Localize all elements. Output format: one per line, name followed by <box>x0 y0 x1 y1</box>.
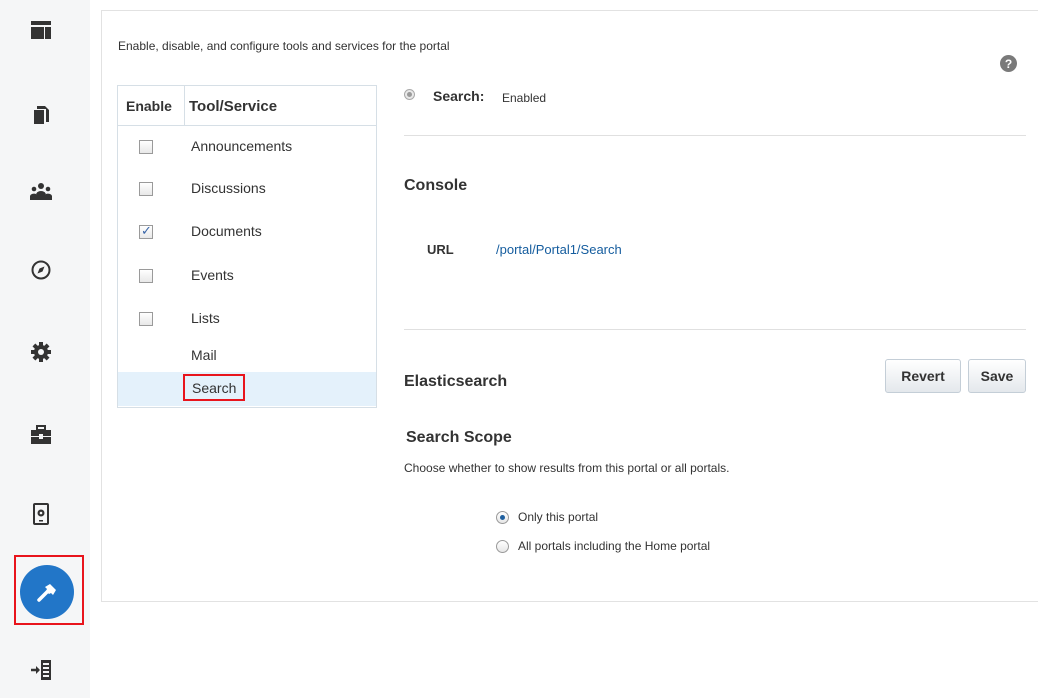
events-checkbox[interactable] <box>139 269 153 283</box>
pages-icon[interactable] <box>21 95 61 135</box>
enable-column-header: Enable <box>126 98 172 114</box>
toolbox-icon[interactable] <box>21 415 61 455</box>
left-rail <box>0 0 90 698</box>
documents-checkbox[interactable] <box>139 223 153 239</box>
option-label: Only this portal <box>518 510 599 524</box>
discussions-checkbox[interactable] <box>139 182 153 196</box>
radio-button-selected[interactable] <box>496 511 509 524</box>
search-scope-description: Choose whether to show results from this… <box>404 461 730 475</box>
url-label: URL <box>427 242 454 257</box>
console-url-link[interactable]: /portal/Portal1/Search <box>496 242 622 257</box>
tool-row-discussions[interactable]: Discussions <box>118 174 376 204</box>
hammer-icon[interactable] <box>20 565 74 619</box>
tool-row-mail[interactable]: Mail <box>118 342 376 370</box>
tool-row-events[interactable]: Events <box>118 261 376 291</box>
tool-label: Lists <box>191 310 220 326</box>
radio-button[interactable] <box>496 540 509 553</box>
revert-button[interactable]: Revert <box>885 359 961 393</box>
tool-label: Mail <box>191 347 217 363</box>
elasticsearch-title: Elasticsearch <box>404 373 508 390</box>
tool-service-table: Enable Tool/Service Announcements Discus… <box>117 85 377 408</box>
status-name: Search: <box>433 88 485 104</box>
status-indicator <box>404 89 415 100</box>
option-label: All portals including the Home portal <box>518 539 711 553</box>
save-button[interactable]: Save <box>968 359 1026 393</box>
exit-icon[interactable] <box>21 650 61 690</box>
tool-label: Announcements <box>191 138 293 154</box>
table-header: Enable Tool/Service <box>118 86 376 126</box>
announcements-checkbox[interactable] <box>139 140 153 154</box>
tool-label: Documents <box>191 223 262 239</box>
gear-icon[interactable] <box>21 332 61 372</box>
divider <box>404 329 1026 330</box>
compass-icon[interactable] <box>21 250 61 290</box>
tool-label: Events <box>191 267 234 283</box>
console-title: Console <box>404 177 468 194</box>
layout-icon[interactable] <box>21 10 61 50</box>
tool-row-documents[interactable]: Documents <box>118 217 376 247</box>
divider <box>404 135 1026 136</box>
status-value: Enabled <box>502 91 547 105</box>
column-divider <box>184 86 185 126</box>
tool-row-announcements[interactable]: Announcements <box>118 132 376 162</box>
tool-row-search[interactable]: Search <box>118 372 376 406</box>
lists-checkbox[interactable] <box>139 312 153 326</box>
panel-description: Enable, disable, and configure tools and… <box>118 39 450 53</box>
search-scope-title: Search Scope <box>406 429 512 446</box>
tool-label: Discussions <box>191 180 266 196</box>
device-settings-icon[interactable] <box>21 494 61 534</box>
people-icon[interactable] <box>21 171 61 211</box>
tools-services-panel: Enable, disable, and configure tools and… <box>101 10 1038 602</box>
tool-column-header: Tool/Service <box>189 98 278 115</box>
help-icon[interactable]: ? <box>1000 55 1017 72</box>
tool-row-lists[interactable]: Lists <box>118 304 376 334</box>
tool-label-highlighted: Search <box>183 374 246 401</box>
